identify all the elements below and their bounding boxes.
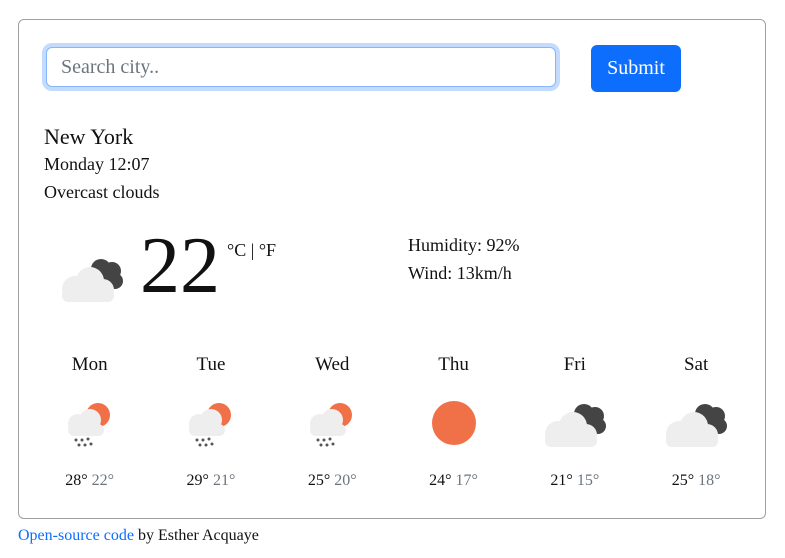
current-temperature: 22 (140, 222, 220, 310)
weather-description: Overcast clouds (44, 182, 160, 202)
submit-button[interactable]: Submit (591, 45, 681, 92)
unit-separator: | (246, 240, 259, 260)
forecast-day: Mon 28° 22° (29, 354, 150, 490)
forecast-min: 15° (576, 472, 600, 489)
forecast-max: 25° (307, 472, 331, 489)
forecast-temps: 21° 15° (514, 472, 635, 490)
forecast-day-name: Tue (196, 354, 226, 375)
source-code-link[interactable]: Open-source code (18, 527, 134, 544)
sun-icon (393, 390, 514, 456)
forecast-min: 21° (212, 472, 236, 489)
forecast-min: 20° (334, 472, 357, 489)
rain-sun-cloud-icon (150, 390, 271, 456)
rain-sun-cloud-icon (272, 390, 393, 456)
forecast-max: 29° (186, 472, 209, 489)
forecast-day-name: Sat (683, 354, 709, 375)
forecast-temps: 25° 20° (272, 472, 393, 490)
city-name: New York (44, 124, 134, 149)
forecast-day: Sat 25° 18° (635, 354, 756, 490)
forecast-temps: 25° 18° (635, 472, 756, 490)
overcast-clouds-icon (57, 253, 127, 308)
forecast-day-name: Fri (563, 354, 586, 375)
forecast-min: 17° (455, 472, 478, 489)
forecast-max: 21° (550, 472, 573, 489)
forecast-temps: 24° 17° (393, 472, 514, 490)
forecast-day-name: Mon (71, 354, 108, 375)
forecast-day: Fri 21° 15° (514, 354, 635, 490)
forecast-day: Wed 25° 20° (272, 354, 393, 490)
forecast-day: Tue 29° 21° (150, 354, 271, 490)
forecast-day-name: Thu (438, 354, 469, 375)
celsius-link[interactable]: °C (227, 240, 246, 260)
overcast-clouds-icon (514, 390, 635, 456)
weather-card: Submit New York Monday 12:07 Overcast cl… (18, 19, 766, 519)
wind: Wind: 13km/h (408, 263, 512, 283)
forecast-min: 18° (698, 472, 721, 489)
fahrenheit-link[interactable]: °F (259, 240, 276, 260)
date-time: Monday 12:07 (44, 154, 150, 174)
footer-credit: by Esther Acquaye (133, 527, 259, 544)
humidity: Humidity: 92% (408, 235, 520, 255)
unit-toggle: °C | °F (227, 240, 276, 261)
rain-sun-cloud-icon (29, 390, 150, 456)
forecast-min: 22° (91, 472, 115, 489)
forecast: Mon 28° 22° Tue 29° 21° Wed 25° 20° Thu (29, 354, 757, 490)
search-input[interactable] (46, 47, 556, 87)
forecast-temps: 29° 21° (150, 472, 271, 490)
forecast-day: Thu 24° 17° (393, 354, 514, 490)
forecast-max: 25° (671, 472, 695, 489)
forecast-max: 28° (65, 472, 88, 489)
footer: Open-source code by Esther Acquaye (18, 527, 259, 545)
overcast-clouds-icon (635, 390, 756, 456)
forecast-day-name: Wed (315, 354, 350, 375)
forecast-temps: 28° 22° (29, 472, 150, 490)
forecast-max: 24° (429, 472, 452, 489)
